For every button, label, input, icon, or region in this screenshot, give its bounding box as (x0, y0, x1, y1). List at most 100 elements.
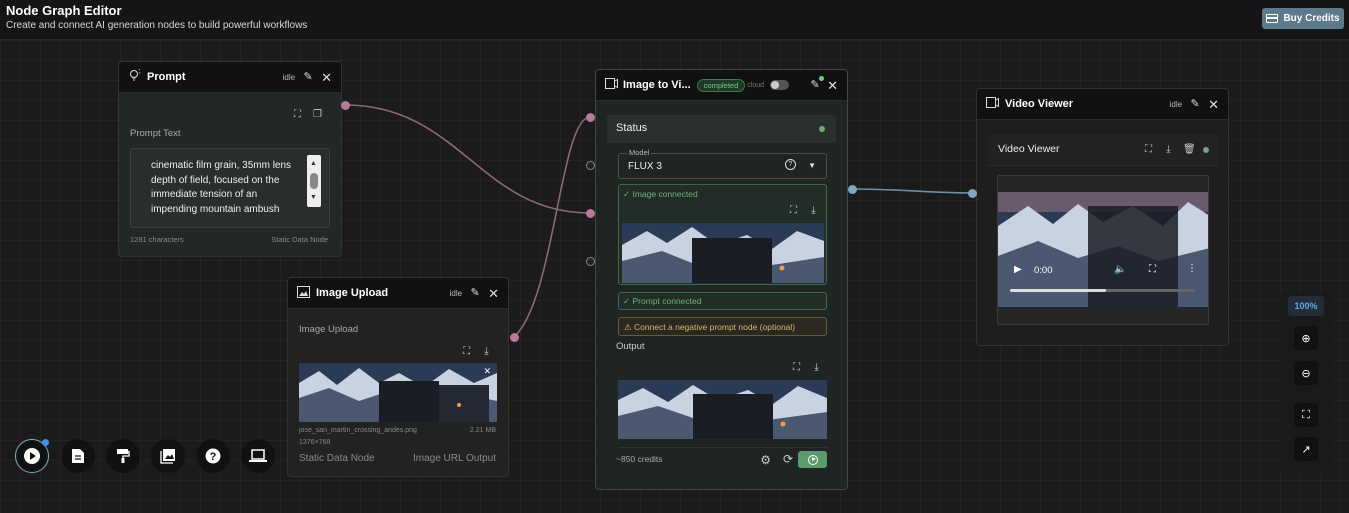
video-input-port[interactable] (968, 189, 977, 198)
close-icon[interactable]: ✕ (1208, 98, 1219, 111)
prompt-input-port[interactable] (586, 209, 595, 218)
pencil-icon[interactable]: ✎ (1189, 98, 1201, 110)
close-icon[interactable]: ✕ (488, 287, 499, 300)
pencil-icon[interactable]: ✎ (469, 287, 481, 299)
scroll-down-icon[interactable]: ▼ (310, 191, 317, 206)
output-image-preview[interactable] (618, 380, 827, 439)
paint-roller-icon (117, 449, 130, 463)
more-options-icon[interactable]: ⋮ (1187, 263, 1197, 274)
download-icon[interactable]: ⤓ (808, 205, 819, 216)
upload-output-port[interactable] (510, 333, 519, 342)
display-button[interactable] (241, 439, 275, 473)
pencil-icon[interactable]: ✎ (302, 71, 314, 83)
download-icon[interactable]: ⤓ (481, 346, 492, 357)
pencil-icon[interactable]: ✎ (809, 75, 825, 91)
scrollbar[interactable]: ▲ ▼ (307, 155, 321, 207)
viewer-toolbar: Video Viewer ⛶ ⤓ 🗑 (988, 134, 1219, 166)
model-select[interactable]: Model FLUX 3 ? ▼ (618, 148, 827, 179)
empty-input-port[interactable] (586, 161, 595, 170)
prompt-text: cinematic film grain, 35mm lens depth of… (151, 160, 292, 215)
negative-prompt-port[interactable] (586, 257, 595, 266)
video-player[interactable]: ▶ 0:00 🔈 ⛶ ⋮ (997, 175, 1209, 325)
volume-icon[interactable]: 🔈 (1114, 264, 1126, 275)
copy-icon[interactable]: ❐ (312, 109, 323, 120)
image-dimensions: 1376×768 (299, 439, 331, 446)
uploaded-image-preview[interactable]: ✕ (299, 363, 497, 422)
help-button[interactable]: ? (196, 439, 230, 473)
zoom-out-icon[interactable]: ⊖ (1294, 361, 1318, 385)
prompt-textarea[interactable]: cinematic film grain, 35mm lens depth of… (130, 148, 330, 228)
buy-credits-button[interactable]: Buy Credits (1262, 8, 1344, 29)
cloud-toggle[interactable] (770, 80, 789, 90)
close-icon[interactable]: ✕ (827, 79, 838, 92)
node-header[interactable]: Image Upload idle ✎ ✕ (288, 278, 508, 309)
prompt-node[interactable]: Prompt idle ✎ ✕ ⛶ ❐ Prompt Text cinemati… (118, 61, 342, 257)
settings-icon[interactable]: ⚙ (760, 453, 771, 467)
close-icon[interactable]: ✕ (321, 71, 332, 84)
expand-icon[interactable]: ⛶ (1143, 144, 1154, 155)
zoom-in-icon[interactable]: ⊕ (1294, 326, 1318, 350)
status-indicator (1203, 146, 1209, 153)
help-icon[interactable]: ? (785, 159, 796, 170)
char-count: 1281 characters (130, 235, 184, 244)
document-icon (72, 449, 84, 463)
download-icon[interactable]: ⤓ (1163, 144, 1174, 155)
scroll-thumb[interactable] (310, 173, 318, 189)
video-frame (998, 176, 1208, 324)
model-label: Model (627, 148, 652, 157)
node-header[interactable]: Video Viewer idle ✎ ✕ (977, 89, 1228, 120)
viewer-inner-title: Video Viewer (998, 143, 1060, 155)
image-connected-label: ✓ Image connected (623, 189, 698, 199)
video-output-port[interactable] (848, 185, 857, 194)
output-tools: ⛶ ⤓ (791, 362, 822, 373)
help-icon: ? (205, 448, 221, 464)
prompt-tools: ⛶ ❐ (292, 109, 323, 120)
chevron-down-icon[interactable]: ▼ (808, 161, 816, 170)
document-button[interactable] (61, 439, 95, 473)
node-type-label: Static Data Node (299, 453, 375, 464)
cloud-label: cloud (747, 81, 764, 89)
edge-upload-to-i2v (513, 116, 591, 338)
progress-fill (1010, 289, 1107, 292)
expand-icon[interactable]: ⛶ (788, 205, 799, 216)
run-workflow-button[interactable] (15, 439, 49, 473)
play-icon[interactable]: ▶ (1014, 264, 1022, 275)
trash-icon[interactable]: 🗑 (1183, 144, 1196, 155)
download-icon[interactable]: ⤓ (811, 362, 822, 373)
image-upload-node[interactable]: Image Upload idle ✎ ✕ Image Upload ⛶ ⤓ ✕… (287, 277, 509, 477)
model-value: FLUX 3 (628, 161, 662, 172)
remove-image-icon[interactable]: ✕ (483, 366, 491, 377)
paint-button[interactable] (106, 439, 140, 473)
gallery-button[interactable] (151, 439, 185, 473)
scroll-up-icon[interactable]: ▲ (310, 157, 317, 172)
zoom-level[interactable]: 100% (1288, 296, 1324, 316)
notification-dot (42, 439, 49, 446)
image-input-tools: ⛶ ⤓ (788, 205, 819, 216)
fullscreen-icon[interactable]: ⛶ (1149, 264, 1156, 275)
buy-credits-label: Buy Credits (1283, 13, 1340, 24)
node-title: Image to Vi... (623, 79, 691, 91)
open-external-icon[interactable]: ↗ (1294, 437, 1318, 461)
image-to-video-node[interactable]: Image to Vi... completed cloud ✎ ✕ Statu… (595, 69, 848, 490)
output-type-label: Image URL Output (412, 453, 496, 464)
refresh-icon[interactable]: ⟳ (783, 452, 793, 466)
video-icon (605, 78, 618, 92)
node-header[interactable]: Image to Vi... completed cloud ✎ ✕ (596, 70, 847, 101)
fit-view-icon[interactable]: ⛶ (1294, 403, 1318, 427)
status-indicator (819, 126, 825, 132)
prompt-output-port[interactable] (341, 101, 350, 110)
expand-icon[interactable]: ⛶ (292, 109, 303, 120)
expand-icon[interactable]: ⛶ (461, 346, 472, 357)
node-type-label: Static Data Node (271, 235, 328, 244)
expand-icon[interactable]: ⛶ (791, 362, 802, 373)
run-button[interactable] (798, 451, 827, 468)
image-input-port[interactable] (586, 113, 595, 122)
app-title: Node Graph Editor (6, 3, 122, 18)
node-title: Prompt (147, 71, 186, 83)
node-header[interactable]: Prompt idle ✎ ✕ (119, 62, 341, 93)
progress-track[interactable] (1010, 289, 1195, 292)
video-viewer-node[interactable]: Video Viewer idle ✎ ✕ Video Viewer ⛶ ⤓ 🗑… (976, 88, 1229, 346)
edge-prompt-to-i2v (344, 104, 591, 214)
node-title: Video Viewer (1005, 98, 1074, 110)
node-status: idle (282, 72, 296, 82)
